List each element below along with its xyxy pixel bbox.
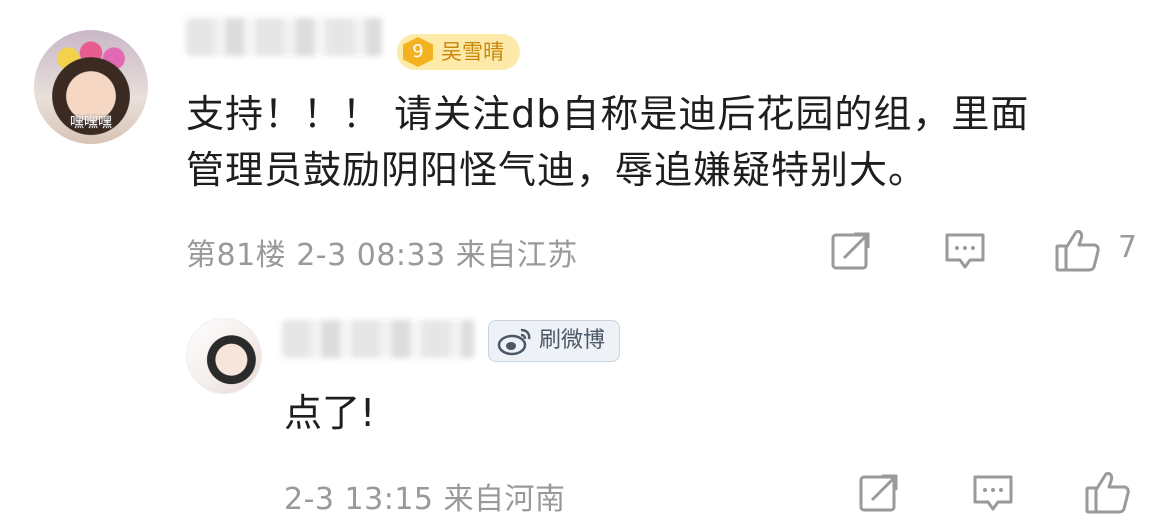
comment-text-line: 支持！！！ 请关注db自称是迪后花园的组，里面 [186,92,1030,136]
weibo-badge-label: 刷微博 [539,328,606,353]
vip-level-icon: 9 [403,37,433,67]
vip-badge-label: 吴雪晴 [441,40,504,64]
share-edit-icon[interactable] [830,230,872,272]
reply-avatar[interactable] [186,318,262,394]
weibo-badge[interactable]: 刷微博 [488,320,621,362]
reply-meta: 2-3 13:15 来自河南 [284,482,566,517]
comment-text-line: 管理员鼓励阴阳怪气迪，辱追嫌疑特别大。 [186,148,928,192]
share-edit-icon[interactable] [858,472,900,514]
author-avatar[interactable]: 嘿嘿嘿 [34,30,148,144]
like-count: 7 [1118,230,1138,265]
author-name-blurred[interactable] [186,18,382,56]
comment-meta: 第81楼 2-3 08:33 来自江苏 [186,238,578,273]
reply-text: 点了! [284,391,376,435]
comment-icon[interactable] [944,230,986,272]
thumbs-up-icon[interactable] [1084,468,1132,516]
reply-author-name-blurred[interactable] [282,320,474,358]
weibo-logo-icon [497,328,531,356]
comment-icon[interactable] [972,472,1014,514]
comment-text: 支持！！！ 请关注db自称是迪后花园的组，里面 管理员鼓励阴阳怪气迪，辱追嫌疑特… [186,86,1156,198]
thumbs-up-icon[interactable] [1054,226,1102,274]
vip-badge[interactable]: 9 吴雪晴 [397,34,520,70]
avatar-tag: 嘿嘿嘿 [70,115,112,131]
